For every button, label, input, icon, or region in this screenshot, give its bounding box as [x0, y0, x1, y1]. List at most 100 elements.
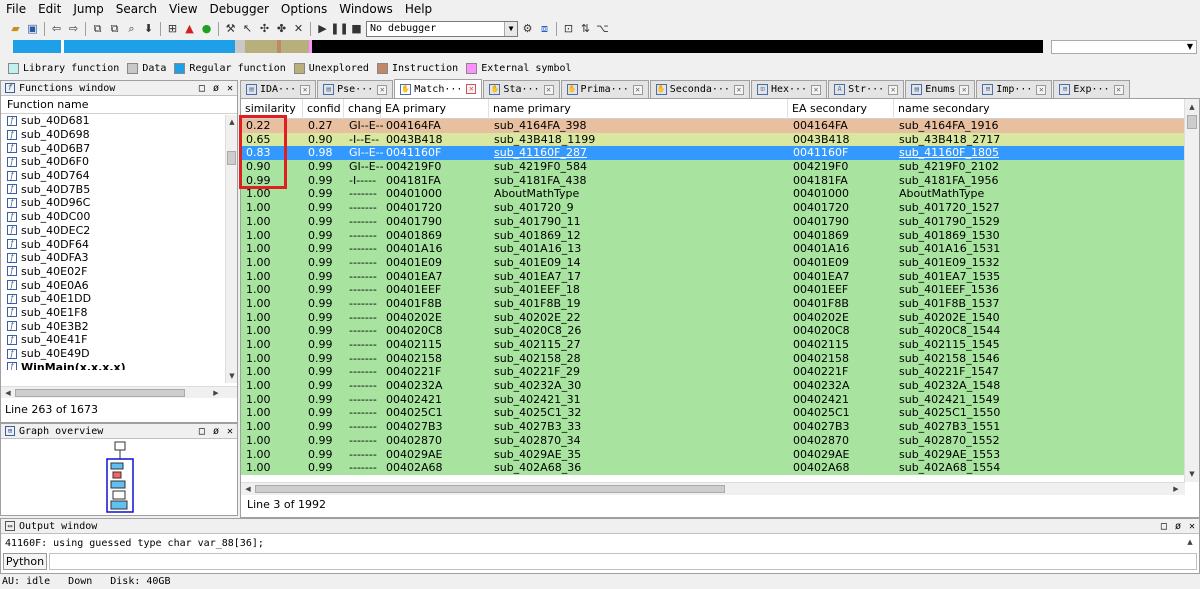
open-file-icon[interactable]: ▰: [8, 21, 23, 36]
close-icon[interactable]: ✕: [1036, 84, 1047, 95]
match-table-row[interactable]: 1.00 0.99 ------- 00402158 sub_402158_28 0040…: [241, 351, 1185, 366]
function-list-item[interactable]: f sub_40D96C: [1, 196, 237, 210]
function-list-item[interactable]: f sub_40E1F8: [1, 306, 237, 320]
save-icon[interactable]: ▣: [25, 21, 40, 36]
match-table-horizontal-scrollbar[interactable]: ◀ ▶: [241, 482, 1185, 495]
chevron-down-icon[interactable]: ▼: [504, 21, 517, 36]
close-icon[interactable]: ✕: [888, 84, 899, 95]
xref-icon[interactable]: ⇅: [578, 21, 593, 36]
menu-help[interactable]: Help: [399, 0, 438, 19]
pause-icon[interactable]: ❚❚: [330, 21, 348, 36]
match-table-row[interactable]: 1.00 0.99 ------- 00401E09 sub_401E09_14 0040…: [241, 255, 1185, 270]
menu-view[interactable]: View: [163, 0, 203, 19]
close-icon[interactable]: ✕: [1113, 84, 1124, 95]
close-icon[interactable]: ✕: [959, 84, 970, 95]
run-icon[interactable]: ●: [199, 21, 214, 36]
match-table-row[interactable]: 1.00 0.99 ------- 00402A68 sub_402A68_36 0040…: [241, 461, 1185, 475]
scrollbar-thumb[interactable]: [255, 485, 725, 493]
graph-overview-canvas[interactable]: [1, 439, 237, 515]
match-table-row[interactable]: 1.00 0.99 ------- 00402870 sub_402870_34 0040…: [241, 433, 1185, 448]
function-list-item[interactable]: f sub_40E49D: [1, 347, 237, 361]
scroll-right-icon[interactable]: ▶: [1171, 484, 1181, 494]
copy-icon[interactable]: ⧉: [90, 21, 105, 36]
match-table-row[interactable]: 1.00 0.99 ------- 00401000 AboutMathType 0040…: [241, 187, 1185, 202]
close-icon[interactable]: ✕: [227, 424, 233, 439]
close-icon[interactable]: ✕: [632, 84, 643, 95]
match-table-row[interactable]: 1.00 0.99 ------- 004020C8 sub_4020C8_26 0040…: [241, 324, 1185, 338]
debugger-select[interactable]: No debugger ▼: [366, 20, 518, 37]
function-list-item[interactable]: f sub_40D698: [1, 128, 237, 142]
menu-jump[interactable]: Jump: [67, 0, 109, 19]
function-list-item[interactable]: f sub_40D764: [1, 169, 237, 183]
function-list-item[interactable]: f sub_40D6B7: [1, 141, 237, 155]
match-table-row[interactable]: 1.00 0.99 ------- 00401A16 sub_401A16_13 0040…: [241, 242, 1185, 256]
match-table-row[interactable]: 1.00 0.99 ------- 00402115 sub_402115_27 0040…: [241, 338, 1185, 352]
play-icon[interactable]: ▶: [315, 21, 330, 36]
scroll-left-icon[interactable]: ◀: [243, 484, 253, 494]
match-table-row[interactable]: 1.00 0.99 ------- 004029AE sub_4029AE_35 0040…: [241, 447, 1185, 462]
scrollbar-thumb[interactable]: [227, 151, 236, 165]
close-icon[interactable]: ✕: [466, 84, 477, 94]
function-list-item[interactable]: f sub_40D6F0: [1, 155, 237, 169]
match-table-row[interactable]: 0.90 0.99 GI--E-- 004219F0 sub_4219F0_584 004…: [241, 160, 1185, 174]
match-table-row[interactable]: 1.00 0.99 ------- 00401790 sub_401790_11 0040…: [241, 214, 1185, 229]
scroll-left-icon[interactable]: ◀: [3, 388, 13, 398]
tab-pseudocode[interactable]: ▤ Pse··· ✕: [317, 80, 394, 98]
cursor-icon[interactable]: ↖: [240, 21, 255, 36]
close-icon[interactable]: ✕: [811, 84, 822, 95]
function-list-item[interactable]: f WinMain(x,x,x,x): [1, 360, 237, 370]
chang-column-header[interactable]: chang: [344, 99, 382, 119]
tab-primary[interactable]: ✋ Prima··· ✕: [560, 80, 649, 98]
name-primary-column-header[interactable]: name primary: [489, 99, 788, 119]
tab-ida-view[interactable]: ▤ IDA··· ✕: [240, 80, 317, 98]
tab-hex[interactable]: ⊡ Hex··· ✕: [750, 80, 828, 98]
scroll-up-icon[interactable]: ▲: [1187, 102, 1197, 112]
graph-icon[interactable]: ⊞: [165, 21, 180, 36]
tab-exports[interactable]: ⊞ Exp··· ✕: [1053, 80, 1130, 98]
node-icon[interactable]: ✣: [257, 21, 272, 36]
function-list-item[interactable]: f sub_40D681: [1, 114, 237, 128]
tab-enums[interactable]: ▤ Enums ✕: [905, 80, 976, 98]
function-list-item[interactable]: f sub_40E3B2: [1, 319, 237, 333]
navigation-band[interactable]: [13, 40, 1043, 53]
match-table-row[interactable]: 1.00 0.99 ------- 004027B3 sub_4027B3_33 0040…: [241, 420, 1185, 434]
function-list-item[interactable]: f sub_40DEC2: [1, 224, 237, 238]
warning-icon[interactable]: ▲: [182, 21, 197, 36]
back-icon[interactable]: ⇦: [49, 21, 64, 36]
debug-options-icon[interactable]: ⚙: [520, 21, 535, 36]
function-list-item[interactable]: f sub_40DC00: [1, 210, 237, 224]
scroll-right-icon[interactable]: ▶: [211, 388, 221, 398]
match-table-row[interactable]: 0.83 0.98 GI--E-- 0041160F sub_41160F_287 004…: [241, 146, 1185, 161]
tab-match[interactable]: ✋ Match··· ✕: [394, 79, 483, 98]
python-button[interactable]: Python: [3, 553, 47, 570]
match-table-body[interactable]: 0.22 0.27 GI--E-- 004164FA sub_4164FA_398 004…: [241, 119, 1185, 482]
close-icon[interactable]: ✕: [1189, 519, 1195, 534]
scrollbar-thumb[interactable]: [1187, 115, 1197, 129]
structure-icon[interactable]: ⌥: [595, 21, 610, 36]
function-list-item[interactable]: f sub_40E0A6: [1, 278, 237, 292]
function-list-item[interactable]: f sub_40D7B5: [1, 182, 237, 196]
match-table-row[interactable]: 1.00 0.99 ------- 00402421 sub_402421_31 0040…: [241, 392, 1185, 407]
minimize-icon[interactable]: □: [1161, 519, 1167, 534]
scroll-down-icon[interactable]: ▼: [1187, 469, 1197, 479]
ea-primary-column-header[interactable]: EA primary: [381, 99, 489, 119]
match-table-row[interactable]: 0.65 0.90 -I--E-- 0043B418 sub_43B418_1199 00…: [241, 132, 1185, 147]
match-table-row[interactable]: 1.00 0.99 ------- 0040221F sub_40221F_29 0040…: [241, 365, 1185, 380]
paste-icon[interactable]: ⧉: [107, 21, 122, 36]
plugin-icon[interactable]: ✤: [274, 21, 289, 36]
float-icon[interactable]: ø: [213, 424, 219, 439]
scroll-up-icon[interactable]: ▲: [227, 117, 237, 127]
function-list-item[interactable]: f sub_40DF64: [1, 237, 237, 251]
segment-select[interactable]: ▼: [1051, 40, 1197, 54]
close-icon[interactable]: ✕: [377, 84, 388, 95]
menu-edit[interactable]: Edit: [32, 0, 67, 19]
confid-column-header[interactable]: confid: [303, 99, 344, 119]
attach-icon[interactable]: ⧈: [537, 21, 552, 36]
tab-imports[interactable]: ⊞ Imp··· ✕: [976, 80, 1053, 98]
function-list-horizontal-scrollbar[interactable]: ◀ ▶: [1, 386, 237, 398]
match-table-row[interactable]: 1.00 0.99 ------- 00401F8B sub_401F8B_19 0040…: [241, 296, 1185, 311]
function-list-item[interactable]: f sub_40E02F: [1, 265, 237, 279]
float-icon[interactable]: ø: [1175, 519, 1181, 534]
match-table-row[interactable]: 1.00 0.99 ------- 004025C1 sub_4025C1_32 0040…: [241, 406, 1185, 421]
match-table-row[interactable]: 0.99 0.99 -I----- 004181FA sub_4181FA_438 004…: [241, 173, 1185, 188]
